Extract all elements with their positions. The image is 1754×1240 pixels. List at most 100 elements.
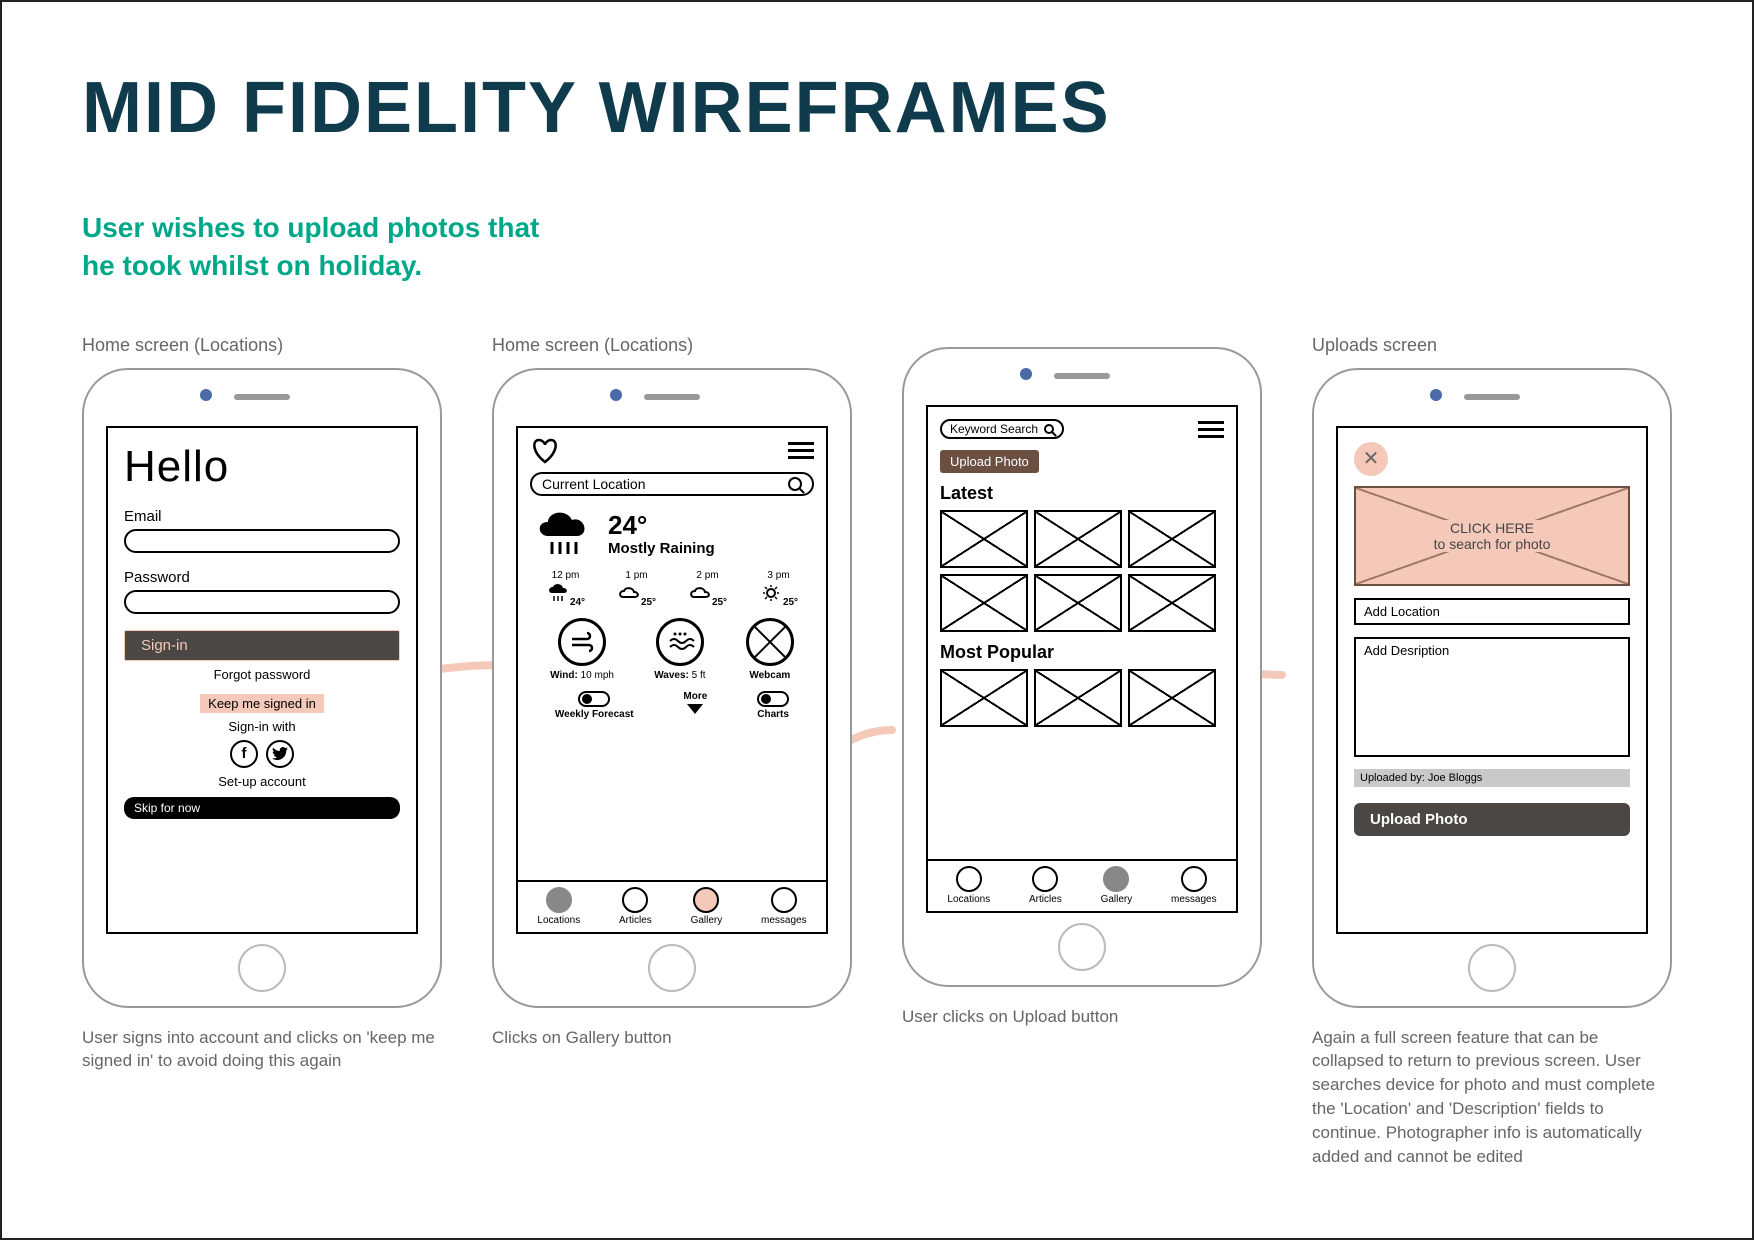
- hour-temp: 25°: [783, 597, 798, 608]
- popular-heading: Most Popular: [940, 642, 1224, 663]
- waves-icon: [656, 618, 704, 666]
- skip-button[interactable]: Skip for now: [124, 797, 400, 819]
- photo-placeholder[interactable]: [1034, 669, 1122, 727]
- photo-placeholder[interactable]: [940, 510, 1028, 568]
- photo-placeholder[interactable]: [1034, 574, 1122, 632]
- tab-gallery[interactable]: Gallery: [691, 887, 723, 926]
- caption-1: User signs into account and clicks on 'k…: [82, 1026, 442, 1074]
- home-button[interactable]: [1058, 923, 1106, 971]
- click-here-text: CLICK HERE: [1444, 520, 1540, 536]
- search-photo-text: to search for photo: [1428, 536, 1557, 552]
- rain-icon: [546, 583, 570, 603]
- signin-button[interactable]: Sign-in: [124, 630, 400, 661]
- uploaded-by: Uploaded by: Joe Bloggs: [1354, 769, 1630, 787]
- phone-3: Keyword Search Upload Photo Latest Most …: [902, 347, 1262, 987]
- page-title: MID FIDELITY WIREFRAMES: [82, 67, 1672, 149]
- phone-4: ✕ CLICK HERE to search for photo Add Loc…: [1312, 368, 1672, 1008]
- close-icon[interactable]: ✕: [1354, 442, 1388, 476]
- hour-time: 1 pm: [617, 570, 656, 581]
- upload-button[interactable]: Upload Photo: [1354, 803, 1630, 836]
- charts-toggle[interactable]: Charts: [757, 691, 789, 720]
- hour-time: 3 pm: [759, 570, 798, 581]
- hour-time: 12 pm: [546, 570, 585, 581]
- current-condition: Mostly Raining: [608, 541, 715, 558]
- location-input[interactable]: Add Location: [1354, 598, 1630, 625]
- hour-temp: 25°: [712, 597, 727, 608]
- current-temp: 24°: [608, 510, 715, 541]
- search-placeholder: Current Location: [542, 476, 646, 492]
- photo-placeholder[interactable]: [940, 574, 1028, 632]
- wind-icon: [558, 618, 606, 666]
- tab-messages[interactable]: messages: [761, 887, 807, 926]
- tab-label: messages: [761, 915, 807, 926]
- phone-2: Current Location 24° Mostly Raining 12 p…: [492, 368, 852, 1008]
- keyword-placeholder: Keyword Search: [950, 422, 1038, 436]
- caption-2: Clicks on Gallery button: [492, 1026, 852, 1050]
- forgot-password-link[interactable]: Forgot password: [124, 667, 400, 682]
- chevron-down-icon: [687, 704, 703, 714]
- hour-time: 2 pm: [688, 570, 727, 581]
- phone-1: Hello Email Password Sign-in Forgot pass…: [82, 368, 442, 1008]
- sun-icon: [759, 583, 783, 603]
- photo-placeholder[interactable]: [1128, 574, 1216, 632]
- more-label: More: [683, 691, 707, 702]
- email-field[interactable]: [124, 529, 400, 553]
- screen-label-1: Home screen (Locations): [82, 335, 442, 356]
- tab-label: messages: [1171, 894, 1217, 905]
- waves-label: Waves:: [654, 670, 689, 681]
- menu-icon[interactable]: [788, 438, 814, 463]
- weekly-toggle[interactable]: Weekly Forecast: [555, 691, 634, 720]
- description-input[interactable]: Add Desription: [1354, 637, 1630, 757]
- caption-3: User clicks on Upload button: [902, 1005, 1262, 1029]
- cloud-icon: [617, 583, 641, 603]
- subtitle-line1: User wishes to upload photos that: [82, 209, 1672, 247]
- keep-signed-in[interactable]: Keep me signed in: [200, 694, 324, 713]
- screen-label-2: Home screen (Locations): [492, 335, 852, 356]
- twitter-icon[interactable]: [266, 740, 294, 768]
- facebook-icon[interactable]: f: [230, 740, 258, 768]
- hour-temp: 25°: [641, 597, 656, 608]
- email-label: Email: [124, 508, 400, 525]
- photo-placeholder[interactable]: [940, 669, 1028, 727]
- latest-heading: Latest: [940, 483, 1224, 504]
- home-button[interactable]: [238, 944, 286, 992]
- charts-label: Charts: [757, 709, 789, 720]
- subtitle: User wishes to upload photos that he too…: [82, 209, 1672, 285]
- tab-messages[interactable]: messages: [1171, 866, 1217, 905]
- wind-label: Wind:: [550, 670, 578, 681]
- setup-account-link[interactable]: Set-up account: [124, 774, 400, 789]
- more-button[interactable]: More: [683, 691, 707, 720]
- tab-gallery[interactable]: Gallery: [1101, 866, 1133, 905]
- tab-locations[interactable]: Locations: [537, 887, 580, 926]
- home-button[interactable]: [1468, 944, 1516, 992]
- upload-photo-button[interactable]: Upload Photo: [940, 450, 1039, 473]
- tab-label: Locations: [537, 915, 580, 926]
- search-icon: [788, 477, 802, 491]
- tab-locations[interactable]: Locations: [947, 866, 990, 905]
- weekly-label: Weekly Forecast: [555, 709, 634, 720]
- waves-value: 5 ft: [692, 670, 706, 681]
- location-search[interactable]: Current Location: [530, 472, 814, 496]
- wind-value: 10 mph: [581, 670, 614, 681]
- tab-label: Gallery: [1101, 894, 1133, 905]
- password-field[interactable]: [124, 590, 400, 614]
- tab-label: Articles: [1029, 894, 1062, 905]
- hour-temp: 24°: [570, 597, 585, 608]
- signin-with-label: Sign-in with: [124, 719, 400, 734]
- greeting: Hello: [124, 442, 400, 492]
- photo-placeholder[interactable]: [1034, 510, 1122, 568]
- tab-articles[interactable]: Articles: [1029, 866, 1062, 905]
- photo-placeholder[interactable]: [1128, 510, 1216, 568]
- tab-articles[interactable]: Articles: [619, 887, 652, 926]
- heart-icon[interactable]: [530, 438, 560, 464]
- subtitle-line2: he took whilst on holiday.: [82, 247, 1672, 285]
- webcam-label: Webcam: [749, 670, 790, 681]
- photo-placeholder[interactable]: [1128, 669, 1216, 727]
- cloud-icon: [688, 583, 712, 603]
- photo-picker[interactable]: CLICK HERE to search for photo: [1354, 486, 1630, 586]
- keyword-search[interactable]: Keyword Search: [940, 419, 1064, 439]
- menu-icon[interactable]: [1198, 417, 1224, 442]
- tab-label: Locations: [947, 894, 990, 905]
- webcam-icon: [746, 618, 794, 666]
- home-button[interactable]: [648, 944, 696, 992]
